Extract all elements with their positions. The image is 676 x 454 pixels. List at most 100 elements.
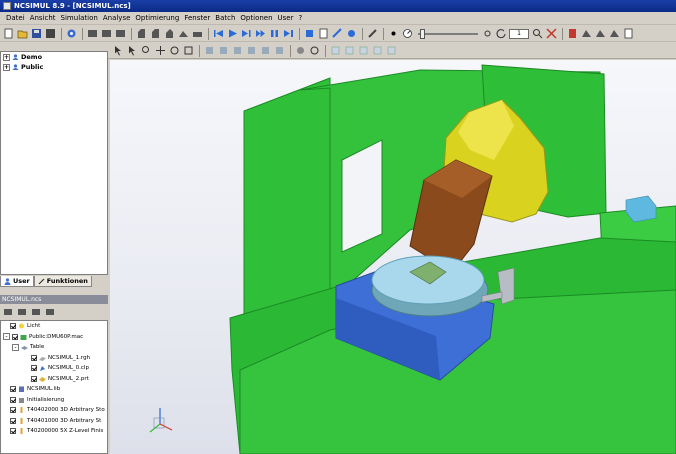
tab-funktionen[interactable]: Funktionen — [33, 276, 92, 287]
select-icon[interactable] — [126, 45, 138, 57]
step-mode-icon[interactable] — [481, 28, 493, 40]
breakpoint-icon[interactable] — [387, 28, 399, 40]
scene-item[interactable]: - Table — [1, 342, 107, 353]
scene-item[interactable]: Licht — [1, 321, 107, 332]
tool-icon[interactable] — [163, 28, 175, 40]
visibility-checkbox[interactable] — [10, 386, 16, 393]
pan-icon[interactable] — [154, 45, 166, 57]
open-folder-icon[interactable] — [16, 28, 28, 40]
tab-user[interactable]: User — [0, 276, 34, 287]
layer-icon[interactable] — [343, 45, 355, 57]
scene-item[interactable]: T40200000 5X Z-Level Finis — [1, 426, 107, 437]
layer-icon[interactable] — [357, 45, 369, 57]
scene-window-icon[interactable] — [16, 307, 28, 317]
scene-item[interactable]: NCSIMUL.lib — [1, 384, 107, 395]
expand-icon[interactable]: + — [3, 53, 10, 61]
collapse-icon[interactable]: - — [12, 343, 19, 351]
menu-user[interactable]: User — [278, 14, 294, 22]
pause-icon[interactable] — [268, 28, 280, 40]
layout-icon[interactable] — [100, 28, 112, 40]
menu-batch[interactable]: Batch — [215, 14, 235, 22]
visibility-checkbox[interactable] — [10, 396, 16, 403]
step-count-input[interactable]: 1 — [509, 28, 529, 39]
measure-icon[interactable] — [331, 28, 343, 40]
search-icon[interactable] — [531, 28, 543, 40]
cutter-icon[interactable] — [608, 28, 620, 40]
menu-optimierung[interactable]: Optimierung — [135, 14, 179, 22]
settings-icon[interactable] — [65, 28, 77, 40]
visibility-checkbox[interactable] — [31, 354, 37, 361]
report-icon[interactable] — [317, 28, 329, 40]
tree-item-public[interactable]: + Public — [1, 62, 107, 72]
menu-fenster[interactable]: Fenster — [184, 14, 210, 22]
select-icon[interactable] — [112, 45, 124, 57]
rewind-icon[interactable] — [212, 28, 224, 40]
scene-item[interactable]: T40401000 3D Arbitrary St — [1, 416, 107, 427]
menu-datei[interactable]: Datei — [6, 14, 25, 22]
menu-ansicht[interactable]: Ansicht — [30, 14, 56, 22]
tool-edit-icon[interactable] — [594, 28, 606, 40]
machine-icon[interactable] — [135, 28, 147, 40]
play-icon[interactable] — [226, 28, 238, 40]
layer-icon[interactable] — [329, 45, 341, 57]
wireframe-icon[interactable] — [308, 45, 320, 57]
menu-analyse[interactable]: Analyse — [103, 14, 131, 22]
tools-icon[interactable] — [545, 28, 557, 40]
window-icon[interactable] — [86, 28, 98, 40]
view-back-icon[interactable] — [259, 45, 271, 57]
view-top-icon[interactable] — [217, 45, 229, 57]
menu-help[interactable]: ? — [299, 14, 303, 22]
scene-item[interactable]: Initialisierung — [1, 395, 107, 406]
machine-icon[interactable] — [149, 28, 161, 40]
library-icon[interactable] — [566, 28, 578, 40]
end-icon[interactable] — [282, 28, 294, 40]
scene-window-icon[interactable] — [2, 307, 14, 317]
optimize-icon[interactable] — [366, 28, 378, 40]
compare-icon[interactable] — [345, 28, 357, 40]
visibility-checkbox[interactable] — [31, 365, 37, 372]
scene-window-icon[interactable] — [44, 307, 56, 317]
save-all-icon[interactable] — [44, 28, 56, 40]
fixture-icon[interactable] — [191, 28, 203, 40]
part-icon[interactable] — [177, 28, 189, 40]
visibility-checkbox[interactable] — [10, 428, 16, 435]
speed-slider[interactable] — [418, 28, 478, 39]
layer-icon[interactable] — [385, 45, 397, 57]
visibility-checkbox[interactable] — [10, 407, 16, 414]
view-iso-icon[interactable] — [245, 45, 257, 57]
split-view-icon[interactable] — [114, 28, 126, 40]
visibility-checkbox[interactable] — [12, 333, 18, 340]
view-side-icon[interactable] — [231, 45, 243, 57]
collision-icon[interactable] — [303, 28, 315, 40]
view-front-icon[interactable] — [203, 45, 215, 57]
expand-icon[interactable]: + — [3, 63, 10, 71]
3d-viewport[interactable] — [110, 60, 676, 454]
layer-icon[interactable] — [371, 45, 383, 57]
scene-window-icon[interactable] — [30, 307, 42, 317]
view-bottom-icon[interactable] — [273, 45, 285, 57]
refresh-icon[interactable] — [495, 28, 507, 40]
cut-plane-icon[interactable] — [182, 45, 194, 57]
rotate-icon[interactable] — [168, 45, 180, 57]
tree-item-demo[interactable]: + Demo — [1, 52, 107, 62]
scene-item[interactable]: NCSIMUL_1.rgh — [1, 353, 107, 364]
visibility-checkbox[interactable] — [10, 417, 16, 424]
collapse-icon[interactable]: - — [3, 333, 10, 341]
scene-item[interactable]: T40402000 3D Arbitrary Sto — [1, 405, 107, 416]
zoom-icon[interactable] — [140, 45, 152, 57]
holder-icon[interactable] — [580, 28, 592, 40]
menu-simulation[interactable]: Simulation — [61, 14, 98, 22]
scene-item[interactable]: NCSIMUL_0.clp — [1, 363, 107, 374]
fast-forward-icon[interactable] — [254, 28, 266, 40]
visibility-checkbox[interactable] — [10, 323, 16, 330]
menu-optionen[interactable]: Optionen — [240, 14, 272, 22]
visibility-checkbox[interactable] — [31, 375, 37, 382]
document-icon[interactable] — [622, 28, 634, 40]
step-forward-icon[interactable] — [240, 28, 252, 40]
save-icon[interactable] — [30, 28, 42, 40]
new-file-icon[interactable] — [2, 28, 14, 40]
shading-icon[interactable] — [294, 45, 306, 57]
scene-item[interactable]: - Public:DMU60P.mac — [1, 332, 107, 343]
speed-icon[interactable] — [401, 28, 413, 40]
scene-item[interactable]: NCSIMUL_2.prt — [1, 374, 107, 385]
